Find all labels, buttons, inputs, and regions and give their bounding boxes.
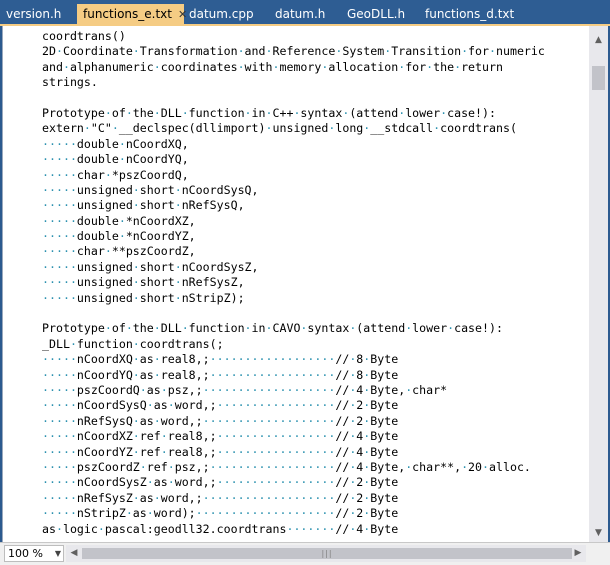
editor-gutter — [3, 26, 31, 542]
scrollbar-corner — [589, 545, 608, 564]
tab-functions-e-txt[interactable]: functions_e.txt ✕ — [77, 4, 187, 25]
code-line: 2D·Coordinate·Transformation·and·Referen… — [42, 44, 545, 59]
code-line: ·····nCoordYZ·ref·real8,;···············… — [42, 444, 399, 459]
code-line: ·····char·**pszCoordZ, — [42, 244, 196, 259]
code-line: ·····nCoordXZ·ref·real8,;···············… — [42, 429, 399, 444]
horizontal-scrollbar[interactable]: ◀ ||| ▶ — [66, 545, 586, 562]
code-line: _DLL·function·coordtrans(; — [42, 336, 224, 351]
chevron-down-icon: ▼ — [54, 549, 61, 558]
tab-functions-d-txt[interactable]: functions_d.txt — [425, 4, 514, 24]
code-line: ·····unsigned·short·nRefSysZ, — [42, 275, 245, 290]
tab-datum-cpp[interactable]: datum.cpp — [189, 4, 254, 24]
code-line: ·····double·*nCoordYZ, — [42, 229, 196, 244]
tab-geodll-h[interactable]: GeoDLL.h — [347, 4, 405, 24]
tab-label: functions_e.txt — [83, 7, 172, 21]
code-line: Prototype·of·the·DLL·function·in·CAVO·sy… — [42, 321, 503, 336]
code-line: ·····unsigned·short·nStripZ); — [42, 290, 245, 305]
code-line: ·····unsigned·short·nCoordSysQ, — [42, 182, 259, 197]
code-line: ·····unsigned·short·nRefSysQ, — [42, 198, 245, 213]
code-line: ·····nStripZ·as·word);··················… — [42, 506, 399, 521]
code-line: as·logic·pascal:geodll32.coordtrans·····… — [42, 521, 399, 536]
document-tab-bar: version.h functions_e.txt ✕ datum.cpp dat… — [0, 0, 610, 26]
code-line: ·····double·*nCoordXZ, — [42, 213, 196, 228]
tab-label: version.h — [6, 7, 62, 21]
code-line: ·····nRefSysQ·as·word,;·················… — [42, 413, 399, 428]
tab-version-h[interactable]: version.h — [6, 4, 61, 24]
scroll-left-icon[interactable]: ◀ — [66, 545, 82, 562]
horizontal-scroll-thumb[interactable]: ||| — [82, 548, 572, 559]
code-line: ·····double·nCoordYQ, — [42, 152, 189, 167]
tab-datum-h[interactable]: datum.h — [275, 4, 325, 24]
code-line: Prototype·of·the·DLL·function·in·C++·syn… — [42, 105, 496, 120]
code-line: ·····unsigned·short·nCoordSysZ, — [42, 259, 259, 274]
code-line: ·····pszCoordZ·ref·psz,;················… — [42, 459, 531, 474]
vertical-scroll-thumb[interactable] — [592, 66, 605, 90]
code-line: ·····nRefSysZ·as·word,;·················… — [42, 490, 399, 505]
editor-margin — [31, 26, 36, 542]
code-line: strings. — [42, 75, 98, 90]
code-line: ·····nCoordYQ·as·real8,;················… — [42, 367, 399, 382]
grip-icon: ||| — [321, 549, 333, 558]
scroll-down-icon[interactable]: ▼ — [589, 525, 608, 542]
editor-window: version.h functions_e.txt ✕ datum.cpp dat… — [0, 0, 610, 565]
code-line: ·····nCoordSysZ·as·word,;···············… — [42, 475, 399, 490]
tab-label: datum.h — [275, 7, 326, 21]
code-line: and·alphanumeric·coordinates·with·memory… — [42, 59, 503, 74]
editor-bottom-bar: 100 % ▼ ◀ ||| ▶ — [0, 542, 610, 565]
text-editor[interactable]: coordtrans() 2D·Coordinate·Transformation… — [2, 26, 590, 542]
zoom-value: 100 % — [8, 547, 43, 560]
code-line: ·····nCoordXQ·as·real8,;················… — [42, 352, 399, 367]
code-line: ·····nCoordSysQ·as·word,;···············… — [42, 398, 399, 413]
code-line: extern·"C"·__declspec(dllimport)·unsigne… — [42, 121, 517, 136]
tab-label: functions_d.txt — [425, 7, 515, 21]
code-line: ·····double·nCoordXQ, — [42, 136, 189, 151]
code-line: ·····pszCoordQ·as·psz,;·················… — [42, 382, 448, 397]
code-line: ·····char·*pszCoordQ, — [42, 167, 189, 182]
zoom-select[interactable]: 100 % ▼ — [4, 545, 64, 562]
close-icon[interactable]: ✕ — [178, 5, 187, 25]
scroll-right-icon[interactable]: ▶ — [570, 545, 586, 562]
vertical-scrollbar[interactable]: ▲ ▼ — [589, 26, 608, 542]
scroll-up-icon[interactable]: ▲ — [589, 32, 608, 49]
code-area[interactable]: coordtrans() 2D·Coordinate·Transformation… — [42, 29, 590, 541]
tab-label: GeoDLL.h — [347, 7, 406, 21]
code-line: coordtrans() — [42, 29, 126, 43]
tab-label: datum.cpp — [189, 7, 254, 21]
